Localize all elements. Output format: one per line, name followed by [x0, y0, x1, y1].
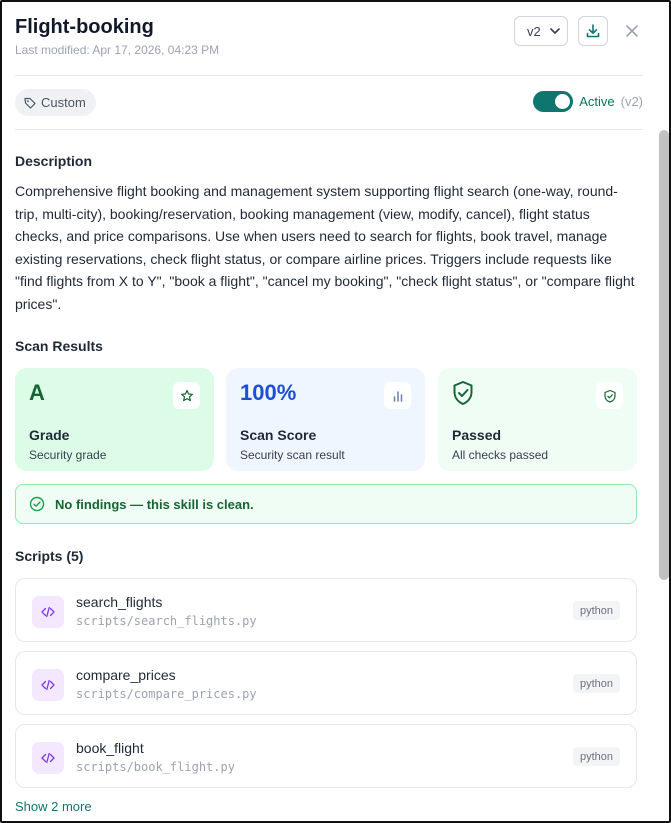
code-icon — [32, 669, 64, 701]
scan-score-card: 100% Scan Score Security scan result — [226, 368, 425, 471]
bar-chart-icon — [384, 382, 411, 409]
panel-header: Flight-booking Last modified: Apr 17, 20… — [15, 14, 643, 76]
toggle-knob — [555, 94, 571, 109]
passed-subtitle: All checks passed — [452, 448, 549, 462]
script-name: book_flight — [76, 740, 144, 756]
code-icon — [32, 742, 64, 774]
shield-icon — [596, 382, 623, 409]
close-button[interactable] — [621, 20, 643, 42]
download-button[interactable] — [578, 16, 608, 46]
close-icon — [626, 25, 638, 37]
grade-card: A Grade Security grade — [15, 368, 214, 471]
script-path: scripts/compare_prices.py — [76, 687, 257, 701]
tag-icon — [24, 97, 36, 109]
custom-tag: Custom — [15, 89, 96, 116]
skill-detail-panel: Flight-booking Last modified: Apr 17, 20… — [0, 0, 671, 823]
show-more-link[interactable]: Show 2 more — [15, 799, 92, 814]
script-language-badge: python — [572, 747, 620, 766]
active-label: Active — [579, 94, 615, 109]
script-name: search_flights — [76, 594, 163, 610]
grade-subtitle: Security grade — [29, 448, 107, 462]
passed-title: Passed — [452, 427, 502, 443]
scan-cards: A Grade Security grade 100% Scan Score S… — [15, 368, 637, 471]
tag-label: Custom — [41, 95, 86, 110]
passed-card: Passed All checks passed — [438, 368, 637, 471]
description-text: Comprehensive flight booking and managem… — [15, 183, 635, 312]
clean-message: No findings — this skill is clean. — [55, 496, 254, 512]
scan-score-title: Scan Score — [240, 427, 317, 443]
clean-banner: No findings — this skill is clean. — [15, 484, 637, 524]
script-item[interactable]: compare_prices scripts/compare_prices.py… — [15, 651, 637, 715]
script-language-badge: python — [572, 674, 620, 693]
download-icon — [586, 24, 600, 38]
star-icon — [173, 382, 200, 409]
script-language-badge: python — [572, 601, 620, 620]
script-item[interactable]: book_flight scripts/book_flight.py pytho… — [15, 724, 637, 788]
scrollbar-thumb[interactable] — [659, 130, 669, 580]
script-path: scripts/book_flight.py — [76, 760, 235, 774]
code-icon — [32, 596, 64, 628]
description-heading: Description — [15, 153, 93, 169]
active-toggle[interactable] — [533, 91, 574, 112]
active-version: (v2) — [620, 94, 643, 109]
scripts-heading: Scripts (5) — [15, 548, 84, 564]
shield-check-icon — [453, 381, 473, 405]
scan-results-heading: Scan Results — [15, 338, 103, 354]
active-status: Active (v2) — [533, 91, 643, 112]
script-path: scripts/search_flights.py — [76, 614, 257, 628]
version-select[interactable]: v2 — [514, 16, 568, 46]
version-select-value: v2 — [527, 23, 541, 39]
check-circle-icon — [29, 496, 45, 512]
script-item[interactable]: search_flights scripts/search_flights.py… — [15, 578, 637, 642]
chevron-down-icon — [550, 28, 560, 34]
grade-title: Grade — [29, 427, 70, 443]
script-name: compare_prices — [76, 667, 176, 683]
tag-row: Custom Active (v2) — [15, 77, 643, 130]
scan-score-subtitle: Security scan result — [240, 448, 345, 462]
